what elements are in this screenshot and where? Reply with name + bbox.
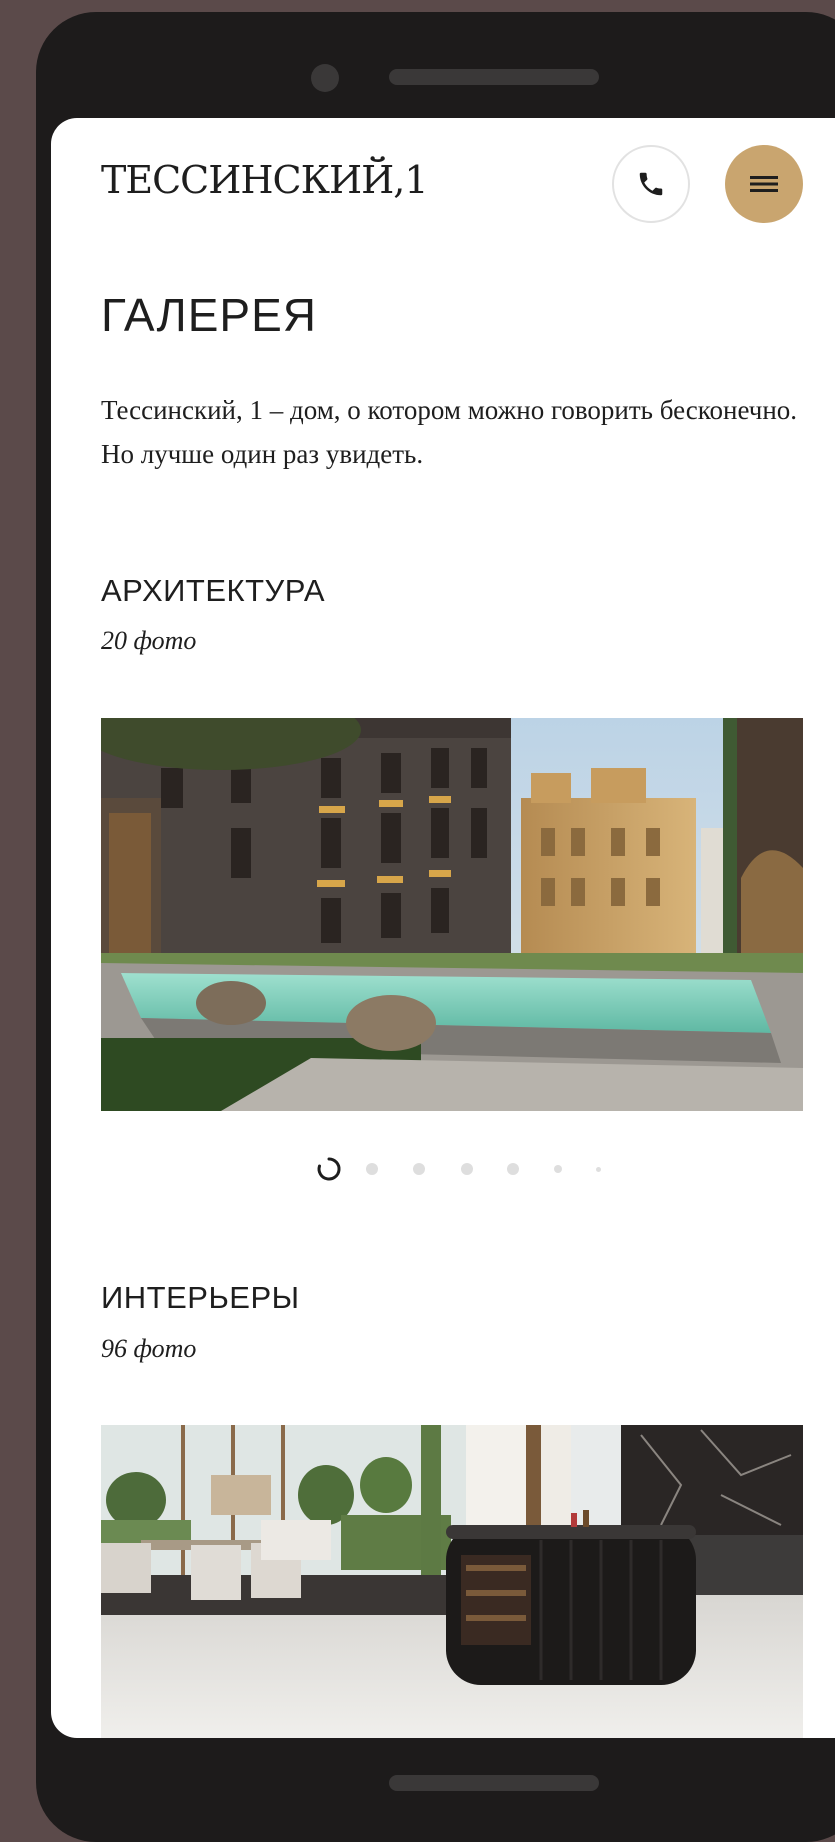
speaker-grille bbox=[389, 69, 599, 85]
page-title: ГАЛЕРЕЯ bbox=[101, 289, 317, 341]
loading-spinner-icon bbox=[317, 1157, 341, 1181]
section-title-interiors[interactable]: ИНТЕРЬЕРЫ bbox=[101, 1280, 300, 1316]
carousel-dot[interactable] bbox=[461, 1163, 473, 1175]
gallery-image-architecture[interactable] bbox=[101, 718, 803, 1111]
carousel-pagination bbox=[51, 1153, 835, 1183]
architecture-photo bbox=[101, 718, 803, 1111]
camera-icon bbox=[311, 64, 339, 92]
screen: ТЕССИНСКИЙ,1 ГАЛЕРЕЯ Тессинский, 1 – дом… bbox=[51, 118, 835, 1738]
carousel-dot[interactable] bbox=[366, 1163, 378, 1175]
logo[interactable]: ТЕССИНСКИЙ,1 bbox=[101, 158, 429, 202]
photo-count-interiors: 96 фото bbox=[101, 1334, 197, 1363]
carousel-dot[interactable] bbox=[413, 1163, 425, 1175]
site-header: ТЕССИНСКИЙ,1 bbox=[51, 118, 835, 248]
interiors-photo bbox=[101, 1425, 803, 1738]
carousel-dot[interactable] bbox=[554, 1165, 562, 1173]
menu-icon bbox=[750, 176, 778, 192]
carousel-dot[interactable] bbox=[596, 1167, 601, 1172]
page-intro: Тессинский, 1 – дом, о котором можно гов… bbox=[101, 395, 798, 469]
phone-icon bbox=[639, 172, 663, 196]
call-button[interactable] bbox=[612, 145, 690, 223]
menu-button[interactable] bbox=[725, 145, 803, 223]
photo-count-architecture: 20 фото bbox=[101, 626, 197, 655]
gallery-image-interiors[interactable] bbox=[101, 1425, 803, 1738]
carousel-dot[interactable] bbox=[507, 1163, 519, 1175]
home-indicator[interactable] bbox=[389, 1775, 599, 1791]
section-title-architecture[interactable]: АРХИТЕКТУРА bbox=[101, 573, 325, 609]
